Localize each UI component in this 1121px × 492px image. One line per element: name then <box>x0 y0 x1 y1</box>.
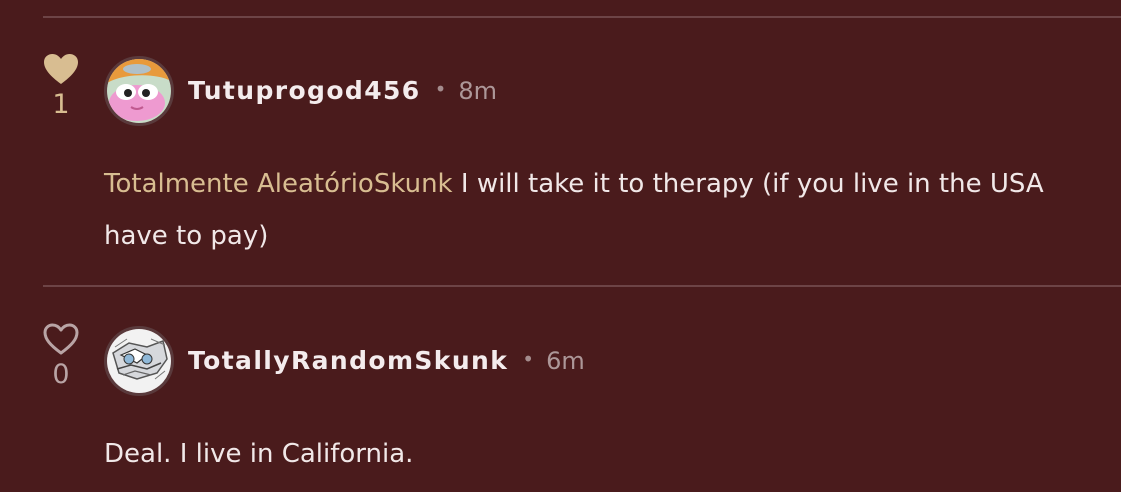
timestamp: 6m <box>546 347 585 375</box>
avatar[interactable] <box>104 56 174 126</box>
comment-line: Totalmente AleatórioSkunk I will take it… <box>104 158 1121 210</box>
heart-outline-icon[interactable] <box>42 322 80 356</box>
username[interactable]: Tutuprogod456 <box>188 76 421 105</box>
avatar[interactable] <box>104 326 174 396</box>
avatar-cartoon-image <box>107 59 171 123</box>
comment-body: Deal. I live in California. <box>104 428 1121 480</box>
like-control[interactable]: 0 <box>40 322 82 390</box>
meta-separator: • <box>434 77 447 101</box>
comment-line: Deal. I live in California. <box>104 439 414 469</box>
like-control[interactable]: 1 <box>40 52 82 120</box>
comment-text: I will take it to therapy (if you live i… <box>452 169 1044 199</box>
timestamp: 8m <box>458 77 498 105</box>
username[interactable]: TotallyRandomSkunk <box>188 346 508 375</box>
divider <box>43 16 1121 18</box>
meta-separator: • <box>522 347 535 371</box>
comment-line: have to pay) <box>104 221 269 251</box>
heart-filled-icon[interactable] <box>42 52 80 86</box>
like-count: 1 <box>52 89 70 120</box>
comment-meta: Tutuprogod456 • 8m <box>188 76 497 105</box>
comment-thread: 1 Tutuprogod456 • 8m Totalmente Aleatóri… <box>0 0 1121 492</box>
avatar-sketch-image <box>107 329 171 393</box>
comment-body: Totalmente AleatórioSkunk I will take it… <box>104 158 1121 262</box>
divider <box>43 285 1121 287</box>
comment-meta: TotallyRandomSkunk • 6m <box>188 346 585 375</box>
mention-link[interactable]: Totalmente AleatórioSkunk <box>104 169 453 199</box>
like-count: 0 <box>52 359 70 390</box>
